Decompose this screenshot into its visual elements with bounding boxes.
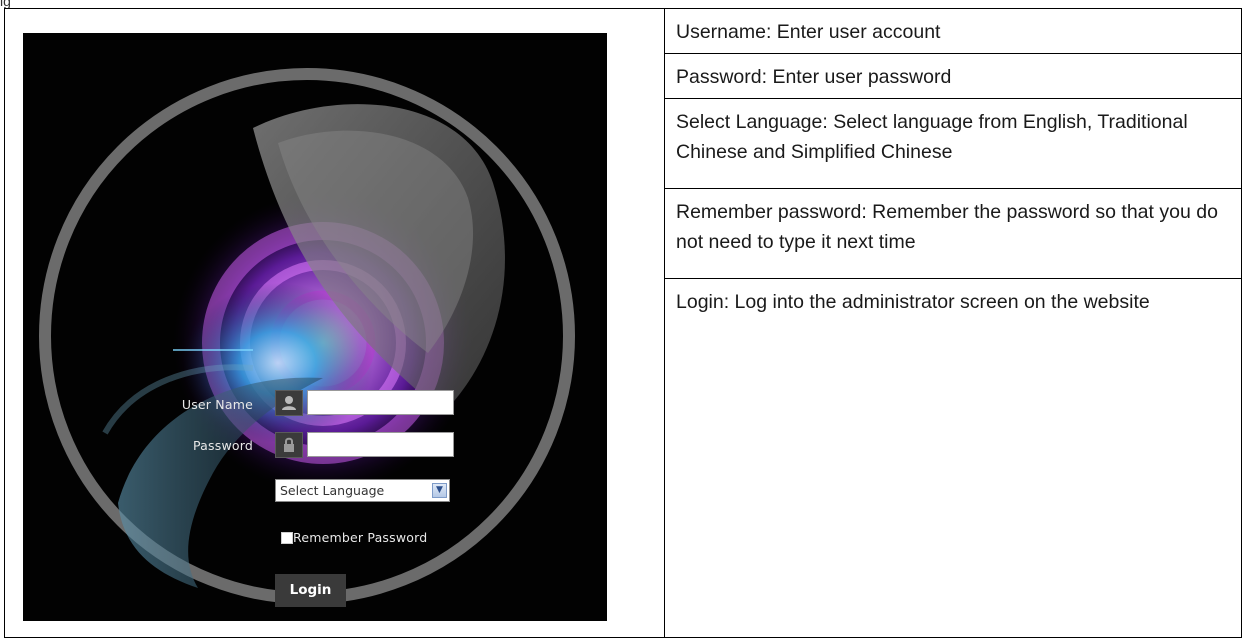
screenshot-cell: User Name Password Select Language ▼ Rem… [4, 8, 665, 638]
description-text: Remember password: Remember the password… [676, 201, 1218, 253]
description-text: Select Language: Select language from En… [676, 111, 1188, 163]
description-login: Login: Log into the administrator screen… [664, 278, 1242, 638]
description-text: Login: Log into the administrator screen… [676, 291, 1150, 313]
description-table: User Name Password Select Language ▼ Rem… [4, 8, 1242, 638]
username-input[interactable] [307, 390, 454, 415]
username-label: User Name [181, 397, 253, 412]
login-button[interactable]: Login [275, 574, 346, 607]
language-select[interactable]: Select Language ▼ [275, 479, 450, 502]
description-text: Username: Enter user account [676, 21, 941, 43]
description-username: Username: Enter user account [664, 8, 1242, 54]
remember-password-label: Remember Password [293, 530, 428, 545]
description-remember: Remember password: Remember the password… [664, 188, 1242, 279]
password-input[interactable] [307, 432, 454, 457]
remember-password-checkbox[interactable] [281, 532, 293, 544]
password-label: Password [193, 438, 253, 453]
login-screen: User Name Password Select Language ▼ Rem… [23, 33, 607, 621]
description-language: Select Language: Select language from En… [664, 98, 1242, 189]
user-icon [275, 390, 303, 416]
description-password: Password: Enter user password [664, 53, 1242, 99]
description-text: Password: Enter user password [676, 66, 952, 88]
lock-icon [275, 432, 303, 458]
language-select-value: Select Language [280, 483, 385, 498]
chevron-down-icon[interactable]: ▼ [432, 483, 447, 498]
